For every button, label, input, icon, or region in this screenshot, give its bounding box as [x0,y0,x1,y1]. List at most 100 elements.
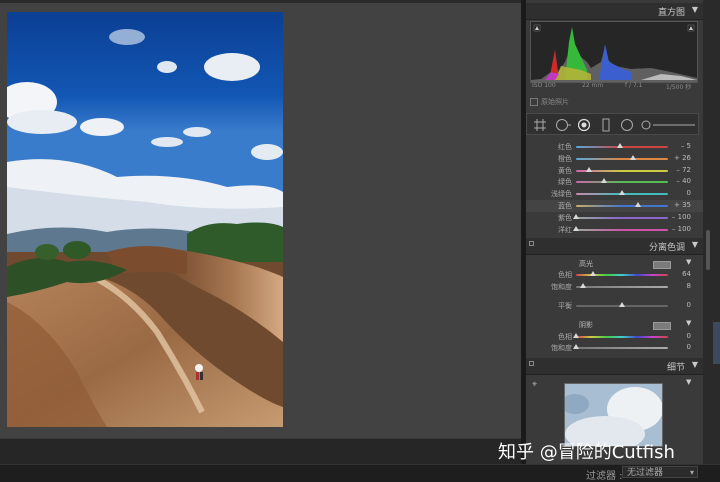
slider-track[interactable] [576,181,668,184]
scrollbar-thumb[interactable] [706,230,710,270]
highlights-menu-icon[interactable]: ▼ [686,258,691,266]
chevron-down-icon: ▾ [689,468,694,477]
collapse-triangle-icon[interactable]: ▼ [692,5,698,14]
histogram-metadata: ISO 100 22 mm f / 7.1 1/500 秒 [530,82,696,92]
slider-value[interactable]: – 100 [672,225,691,233]
shadows-menu-icon[interactable]: ▼ [686,319,691,327]
slider-thumb[interactable] [619,302,625,307]
slider-value[interactable]: 0 [687,301,691,309]
hsl-slider-row[interactable]: 绿色 – 40 [526,176,703,188]
watermark: 知乎 @冒险的Cutfish [498,442,675,463]
filmstrip [0,438,521,465]
main-photo[interactable] [7,12,283,427]
slider-label: 平衡 [558,302,572,310]
detail-menu-icon[interactable]: ▼ [686,378,691,386]
slider-label: 紫色 [558,213,572,222]
slider-thumb[interactable] [619,190,625,196]
aperture-value: f / 7.1 [625,82,643,89]
highlights-label: 高光 [579,260,593,268]
panel-pin-icon[interactable] [529,361,534,366]
shutter-speed: 1/500 秒 [666,84,692,91]
slider-value[interactable]: 0 [687,189,691,197]
radial-filter-icon[interactable] [620,118,634,132]
hsl-slider-row[interactable]: 黄色 – 72 [526,165,703,177]
top-strip [0,0,521,3]
balance-slider[interactable]: 平衡 0 [526,300,703,312]
slider-value[interactable]: 0 [687,332,691,340]
slider-track[interactable] [576,286,668,288]
slider-track[interactable] [576,216,668,219]
highlights-saturation-slider[interactable]: 饱和度 8 [526,281,703,293]
hsl-slider-row[interactable]: 紫色 – 100 [526,212,703,224]
slider-thumb[interactable] [585,166,592,172]
slider-label: 饱和度 [551,344,572,352]
detail-title: 细节 [666,363,685,373]
split-toning-title: 分离色调 [648,243,685,253]
original-photo-toggle[interactable]: 原始照片 [530,97,569,107]
filter-label: 过滤器 : [586,471,623,482]
slider-value[interactable]: 8 [687,282,691,290]
adjustment-brush-icon[interactable] [641,118,697,132]
panel-pin-icon[interactable] [529,241,534,246]
tool-strip [526,113,699,135]
shadows-swatch[interactable] [653,322,671,330]
slider-thumb[interactable] [634,202,641,207]
hsl-slider-row[interactable]: 蓝色 + 35 [526,200,703,212]
grid-icon[interactable] [533,118,547,132]
slider-value[interactable]: + 35 [674,201,691,209]
slider-label: 洋红 [558,225,572,234]
slider-thumb[interactable] [573,213,579,219]
red-eye-icon[interactable] [599,118,613,132]
slider-track[interactable] [576,228,668,231]
slider-track[interactable] [576,157,668,160]
collapse-triangle-icon[interactable]: ▼ [692,360,698,369]
slider-thumb[interactable] [600,178,607,184]
spot-removal-icon[interactable] [577,118,591,132]
filter-select-value: 无过滤器 [627,468,664,478]
slider-label: 橙色 [558,154,572,163]
iso-value: ISO 100 [532,82,556,89]
split-toning-header[interactable]: 分离色调 ▼ [526,238,703,255]
slider-label: 色相 [558,271,572,279]
slider-value[interactable]: – 5 [681,142,691,150]
histogram[interactable] [530,21,698,83]
slider-thumb[interactable] [617,143,624,148]
hsl-slider-row[interactable]: 红色 – 5 [526,141,703,153]
slider-thumb[interactable] [573,333,579,338]
slider-value[interactable]: – 100 [672,213,691,221]
hsl-slider-row[interactable]: 浅绿色 0 [526,188,703,200]
filter-select[interactable]: 无过滤器 ▾ [622,466,698,478]
highlights-swatch[interactable] [653,261,671,269]
crop-overlay-icon[interactable] [555,118,571,132]
slider-value[interactable]: – 40 [676,177,691,185]
slider-thumb[interactable] [580,283,587,288]
highlights-hue-slider[interactable]: 色相 64 [526,269,703,281]
slider-label: 黄色 [558,166,572,175]
slider-track[interactable] [576,205,668,207]
collapse-triangle-icon[interactable]: ▼ [692,240,698,249]
edge-handle[interactable] [713,322,720,364]
slider-track[interactable] [576,347,668,349]
detail-header[interactable]: 细节 ▼ [526,358,703,375]
slider-track[interactable] [576,336,668,338]
crosshair-icon[interactable]: ⌖ [532,380,537,390]
slider-label: 饱和度 [551,283,572,291]
slider-thumb[interactable] [630,154,637,160]
slider-value[interactable]: 64 [682,270,691,278]
hsl-slider-row[interactable]: 橙色 + 26 [526,153,703,165]
slider-label: 色相 [558,333,572,341]
slider-thumb[interactable] [573,225,579,231]
checkbox-icon[interactable] [530,98,538,106]
slider-thumb[interactable] [573,344,579,349]
slider-label: 蓝色 [558,202,572,210]
focal-length: 22 mm [582,82,604,89]
slider-thumb[interactable] [589,271,596,276]
slider-label: 浅绿色 [551,190,572,199]
slider-value[interactable]: – 72 [676,166,691,174]
hsl-slider-row[interactable]: 洋红 – 100 [526,224,703,236]
shadows-saturation-slider[interactable]: 饱和度 0 [526,342,703,354]
histogram-header[interactable]: 直方图 ▼ [526,3,703,20]
slider-value[interactable]: 0 [687,343,691,351]
shadows-label: 阴影 [579,321,593,329]
slider-value[interactable]: + 26 [674,154,691,162]
